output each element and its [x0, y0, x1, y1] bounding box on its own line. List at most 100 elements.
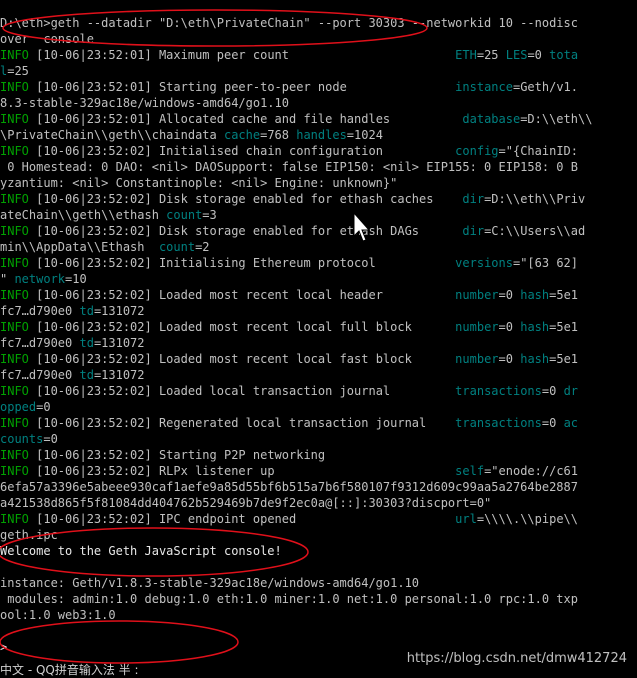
log-level: INFO: [0, 288, 29, 302]
log-key: instance: [455, 80, 513, 94]
log-text: =D:\\eth\\: [520, 112, 593, 126]
terminal-line: ool:1.0 web3:1.0: [0, 607, 637, 623]
terminal-line: INFO [10-06|23:52:02] Disk storage enabl…: [0, 223, 637, 239]
log-text: Welcome to the Geth JavaScript console!: [0, 544, 282, 558]
log-text: 6efa57a3396e5abeee930caf1aefe9a85d55bf6b…: [0, 480, 578, 494]
log-text: [10-06|23:52:02] Loaded local transactio…: [28, 384, 456, 398]
terminal-line: 8.3-stable-329ac18e/windows-amd64/go1.10: [0, 95, 637, 111]
log-text: [10-06|23:52:02] Disk storage enabled fo…: [28, 224, 463, 238]
terminal-line: fc7…d790e0 td=131072: [0, 303, 637, 319]
log-text: [10-06|23:52:02] Loaded most recent loca…: [28, 320, 456, 334]
log-text: =0: [43, 432, 58, 446]
terminal-line: INFO [10-06|23:52:01] Maximum peer count…: [0, 47, 637, 63]
terminal-line: a421538d865f5f81084dd404762b529469b7de9f…: [0, 495, 637, 511]
command-line-wrap: over console: [0, 32, 94, 46]
log-text: [10-06|23:52:02] Initialising Ethereum p…: [28, 256, 456, 270]
log-level: INFO: [0, 224, 29, 238]
log-level: INFO: [0, 80, 29, 94]
log-key: ETH: [455, 48, 477, 62]
log-text: [10-06|23:52:02] Loaded most recent loca…: [28, 288, 456, 302]
command-line: D:\eth>geth --datadir "D:\eth\PrivateCha…: [0, 16, 578, 30]
log-text: a421538d865f5f81084dd404762b529469b7de9f…: [0, 496, 492, 510]
terminal-line: INFO [10-06|23:52:02] Loaded most recent…: [0, 351, 637, 367]
terminal-line: INFO [10-06|23:52:02] Initialised chain …: [0, 143, 637, 159]
log-level: INFO: [0, 352, 29, 366]
log-key: self: [455, 464, 485, 478]
terminal-line: INFO [10-06|23:52:02] Disk storage enabl…: [0, 191, 637, 207]
log-key: cache: [223, 128, 261, 142]
log-text: [10-06|23:52:02] IPC endpoint opened: [28, 512, 456, 526]
terminal-line: INFO [10-06|23:52:01] Starting peer-to-p…: [0, 79, 637, 95]
log-text: =0: [541, 416, 564, 430]
terminal-line: counts=0: [0, 431, 637, 447]
log-key: network: [14, 272, 66, 286]
ime-status-bar: 中文 - QQ拼音输入法 半 :: [0, 663, 139, 677]
log-key: handles: [296, 128, 347, 142]
log-key: dir: [462, 224, 485, 238]
log-text: [10-06|23:52:02] Regenerated local trans…: [28, 416, 456, 430]
log-text: ateChain\\geth\\ethash: [0, 208, 167, 222]
log-key: versions: [455, 256, 513, 270]
log-key: number: [455, 320, 499, 334]
log-key: hash: [520, 320, 550, 334]
log-text: =5e1: [549, 320, 579, 334]
log-text: =131072: [93, 304, 145, 318]
terminal-line: INFO [10-06|23:52:02] Loaded most recent…: [0, 319, 637, 335]
log-text: fc7…d790e0: [0, 304, 80, 318]
log-text: =0: [527, 48, 550, 62]
log-text: [10-06|23:52:01] Allocated cache and fil…: [28, 112, 463, 126]
log-key: td: [79, 368, 94, 382]
log-text: geth.ipc: [0, 528, 58, 542]
log-key: td: [79, 336, 94, 350]
log-key: ac: [563, 416, 579, 430]
log-level: INFO: [0, 512, 29, 526]
terminal-line: INFO [10-06|23:52:02] Loaded most recent…: [0, 287, 637, 303]
terminal-line: l=25: [0, 63, 637, 79]
log-level: INFO: [0, 144, 29, 158]
terminal-line: INFO [10-06|23:52:02] IPC endpoint opene…: [0, 511, 637, 527]
log-text: 0 Homestead: 0 DAO: <nil> DAOSupport: fa…: [0, 160, 578, 174]
log-text: min\\AppData\\Ethash: [0, 240, 159, 254]
terminal-line: \PrivateChain\\geth\\chaindata cache=768…: [0, 127, 637, 143]
log-level: INFO: [0, 320, 29, 334]
log-text: =5e1: [549, 352, 579, 366]
terminal-line: INFO [10-06|23:52:01] Allocated cache an…: [0, 111, 637, 127]
log-level: INFO: [0, 256, 29, 270]
terminal-line: INFO [10-06|23:52:02] Loaded local trans…: [0, 383, 637, 399]
terminal-line: INFO [10-06|23:52:02] Initialising Ether…: [0, 255, 637, 271]
log-text: =1024: [346, 128, 383, 142]
log-text: =5e1: [549, 288, 579, 302]
log-key: dr: [563, 384, 579, 398]
log-text: [10-06|23:52:02] Initialised chain confi…: [28, 144, 456, 158]
terminal-line: fc7…d790e0 td=131072: [0, 335, 637, 351]
terminal-line: geth.ipc: [0, 527, 637, 543]
log-text: =Geth/v1.: [512, 80, 578, 94]
log-text: =D:\\eth\\Priv: [484, 192, 586, 206]
log-text: [10-06|23:52:02] Starting P2P networking: [28, 448, 326, 462]
log-text: =0: [541, 384, 564, 398]
console-window[interactable]: D:\eth>geth --datadir "D:\eth\PrivateCha…: [0, 0, 637, 678]
log-text: [10-06|23:52:01] Maximum peer count: [28, 48, 456, 62]
log-key: database: [462, 112, 521, 126]
log-text: \PrivateChain\\geth\\chaindata: [0, 128, 224, 142]
log-key: url: [455, 512, 477, 526]
log-key: number: [455, 288, 499, 302]
log-key: counts: [0, 432, 44, 446]
log-text: =0: [36, 400, 51, 414]
log-text: modules: admin:1.0 debug:1.0 eth:1.0 min…: [0, 592, 578, 606]
log-key: hash: [520, 288, 550, 302]
log-text: =768: [260, 128, 297, 142]
terminal-line: modules: admin:1.0 debug:1.0 eth:1.0 min…: [0, 591, 637, 607]
terminal-line: INFO [10-06|23:52:02] Starting P2P netwo…: [0, 447, 637, 463]
terminal-line: Welcome to the Geth JavaScript console!: [0, 543, 637, 559]
log-text: =131072: [93, 336, 145, 350]
terminal-line: " network=10: [0, 271, 637, 287]
terminal-line: INFO [10-06|23:52:02] RLPx listener up s…: [0, 463, 637, 479]
log-text: ": [0, 272, 15, 286]
log-key: LES: [505, 48, 528, 62]
log-level: INFO: [0, 192, 29, 206]
log-text: =3: [202, 208, 217, 222]
log-text: =0: [498, 288, 521, 302]
